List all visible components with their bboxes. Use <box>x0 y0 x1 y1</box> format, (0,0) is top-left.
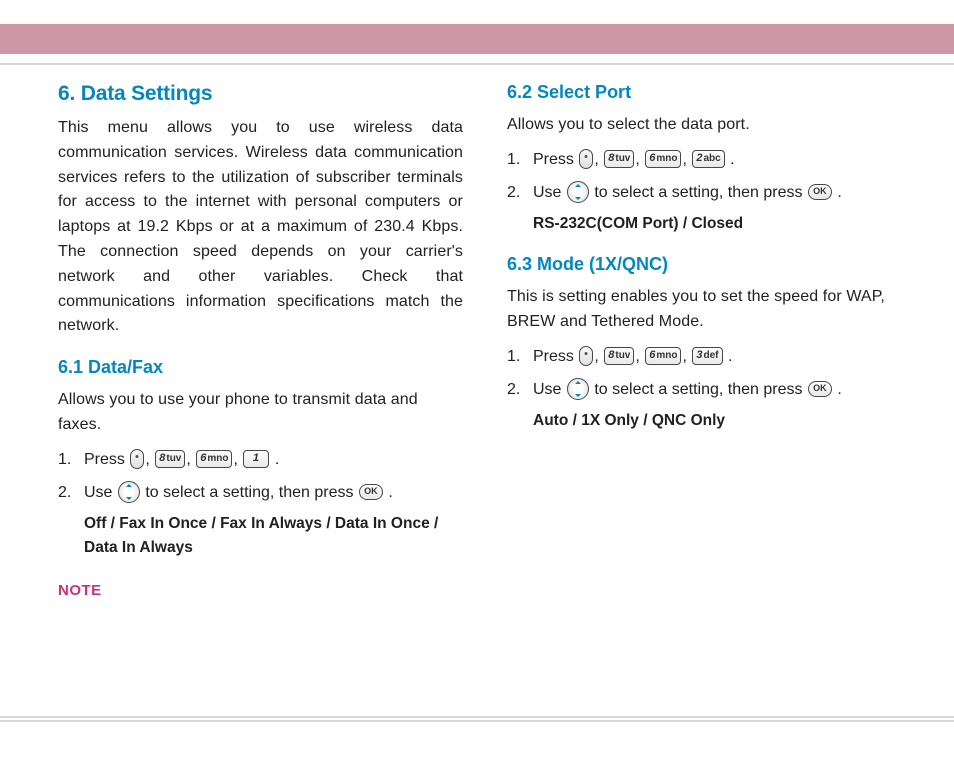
page-content: 6. Data Settings This menu allows you to… <box>58 82 912 704</box>
soft-key-icon <box>579 149 593 169</box>
key-8-icon: 8tuv <box>155 450 185 468</box>
ok-key-icon: OK <box>808 381 832 397</box>
step-number: 1. <box>58 446 76 473</box>
nav-key-icon <box>567 378 589 400</box>
text: Press <box>533 348 578 365</box>
text: Use <box>84 484 117 501</box>
heading-6-2: 6.2 Select Port <box>507 82 912 103</box>
comma: , <box>682 151 691 168</box>
note-label: NOTE <box>58 582 463 599</box>
step-6-2-2: 2. Use to select a setting, then press O… <box>507 179 912 206</box>
key-1-icon: 1 <box>243 450 269 468</box>
intro-paragraph: This menu allows you to use wireless dat… <box>58 116 463 339</box>
left-column: 6. Data Settings This menu allows you to… <box>58 82 463 704</box>
step-text: Press , 8tuv, 6mno, 2abc . <box>533 146 912 173</box>
comma: , <box>635 348 644 365</box>
options-6-1: Off / Fax In Once / Fax In Always / Data… <box>84 512 463 560</box>
comma: , <box>594 151 603 168</box>
comma: , <box>186 451 195 468</box>
para-6-3: This is setting enables you to set the s… <box>507 285 912 335</box>
step-number: 2. <box>507 376 525 403</box>
para-6-2: Allows you to select the data port. <box>507 113 912 138</box>
key-8-icon: 8tuv <box>604 150 634 168</box>
step-6-3-2: 2. Use to select a setting, then press O… <box>507 376 912 403</box>
steps-6-2: 1. Press , 8tuv, 6mno, 2abc . 2. Use to … <box>507 146 912 236</box>
soft-key-icon <box>130 449 144 469</box>
comma: , <box>145 451 154 468</box>
key-6-icon: 6mno <box>645 347 681 365</box>
period: . <box>833 184 842 201</box>
text: Use <box>533 381 566 398</box>
period: . <box>270 451 279 468</box>
text: Press <box>533 151 578 168</box>
text: Use <box>533 184 566 201</box>
step-text: Use to select a setting, then press OK . <box>533 376 912 403</box>
key-2-icon: 2abc <box>692 150 724 168</box>
period: . <box>384 484 393 501</box>
nav-key-icon <box>567 181 589 203</box>
steps-6-1: 1. Press , 8tuv, 6mno, 1 . 2. Use to sel… <box>58 446 463 560</box>
step-number: 1. <box>507 146 525 173</box>
step-6-3-1: 1. Press , 8tuv, 6mno, 3def . <box>507 343 912 370</box>
header-bar <box>0 24 954 54</box>
step-number: 2. <box>507 179 525 206</box>
key-8-icon: 8tuv <box>604 347 634 365</box>
heading-6-1: 6.1 Data/Fax <box>58 357 463 378</box>
right-column: 6.2 Select Port Allows you to select the… <box>507 82 912 704</box>
options-6-3: Auto / 1X Only / QNC Only <box>533 409 912 433</box>
ok-key-icon: OK <box>359 484 383 500</box>
text: to select a setting, then press <box>594 381 807 398</box>
divider-bottom-1 <box>0 716 954 718</box>
heading-6-3: 6.3 Mode (1X/QNC) <box>507 254 912 275</box>
step-6-1-2: 2. Use to select a setting, then press O… <box>58 479 463 506</box>
step-number: 1. <box>507 343 525 370</box>
comma: , <box>594 348 603 365</box>
step-text: Press , 8tuv, 6mno, 3def . <box>533 343 912 370</box>
step-text: Use to select a setting, then press OK . <box>84 479 463 506</box>
comma: , <box>682 348 691 365</box>
period: . <box>833 381 842 398</box>
options-6-2: RS-232C(COM Port) / Closed <box>533 212 912 236</box>
nav-key-icon <box>118 481 140 503</box>
text: to select a setting, then press <box>145 484 358 501</box>
step-text: Press , 8tuv, 6mno, 1 . <box>84 446 463 473</box>
step-text: Use to select a setting, then press OK . <box>533 179 912 206</box>
step-6-2-1: 1. Press , 8tuv, 6mno, 2abc . <box>507 146 912 173</box>
key-6-icon: 6mno <box>645 150 681 168</box>
divider-top <box>0 63 954 65</box>
text: to select a setting, then press <box>594 184 807 201</box>
comma: , <box>233 451 242 468</box>
comma: , <box>635 151 644 168</box>
period: . <box>724 348 733 365</box>
text: Press <box>84 451 129 468</box>
step-6-1-1: 1. Press , 8tuv, 6mno, 1 . <box>58 446 463 473</box>
step-number: 2. <box>58 479 76 506</box>
ok-key-icon: OK <box>808 184 832 200</box>
steps-6-3: 1. Press , 8tuv, 6mno, 3def . 2. Use to … <box>507 343 912 433</box>
soft-key-icon <box>579 346 593 366</box>
heading-data-settings: 6. Data Settings <box>58 82 463 106</box>
key-3-icon: 3def <box>692 347 722 365</box>
para-6-1: Allows you to use your phone to transmit… <box>58 388 463 438</box>
key-6-icon: 6mno <box>196 450 232 468</box>
divider-bottom-2 <box>0 720 954 722</box>
period: . <box>726 151 735 168</box>
